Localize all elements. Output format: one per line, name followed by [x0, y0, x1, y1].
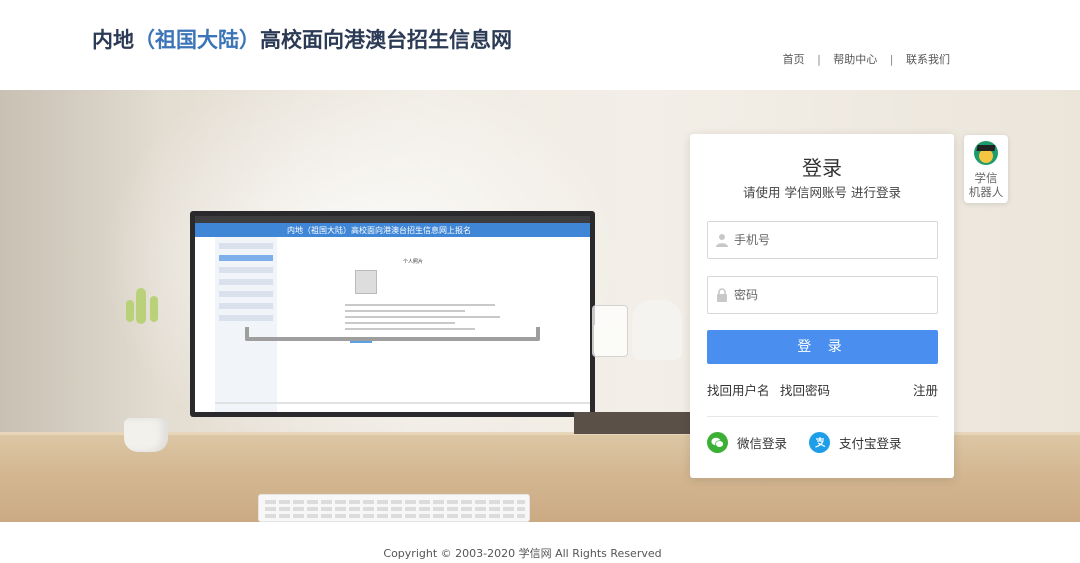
site-footer: Copyright © 2003-2020 学信网 All Rights Res… — [0, 522, 1080, 563]
keyboard-row — [265, 507, 525, 511]
wechat-login-button[interactable]: 微信登录 — [707, 431, 787, 453]
login-links: 找回用户名 找回密码 注册 — [707, 380, 938, 399]
alipay-login-button[interactable]: 支付宝登录 — [809, 431, 902, 453]
robot-label-line2: 机器人 — [968, 185, 1004, 199]
cactus-illustration — [150, 296, 158, 322]
phone-field[interactable] — [707, 221, 938, 259]
robot-face — [979, 149, 993, 163]
login-title: 登录 — [802, 156, 842, 180]
user-icon — [716, 234, 728, 247]
site-title-suffix: 高校面向港澳台招生信息网 — [260, 28, 512, 52]
screen-text-line — [345, 322, 455, 324]
screen-sidebar — [215, 237, 277, 412]
screen-sidebar-item — [219, 291, 273, 297]
wechat-glyph-icon — [711, 437, 724, 448]
keyboard-row — [265, 514, 525, 518]
monitor-illustration: 内地（祖国大陆）高校面向港澳台招生信息网上报名 个人照片 — [190, 211, 595, 417]
top-nav: 首页 | 帮助中心 | 联系我们 — [783, 51, 950, 67]
robot-avatar-icon — [974, 141, 998, 165]
register-link[interactable]: 注册 — [913, 380, 938, 399]
keyboard-illustration — [258, 494, 530, 522]
screen-heading: 个人照片 — [403, 259, 424, 265]
screen-footer — [215, 402, 590, 404]
plant-pot — [124, 418, 168, 452]
find-username-link[interactable]: 找回用户名 — [707, 380, 770, 399]
site-title-prefix: 内地 — [92, 28, 134, 52]
nav-home-link[interactable]: 首页 — [783, 53, 805, 66]
login-card: 登录 请使用 学信网账号 进行登录 登 录 找回用户名 找回密码 注册 微信登录 — [690, 134, 954, 478]
cactus-illustration — [136, 288, 146, 324]
nav-contact-link[interactable]: 联系我们 — [906, 53, 950, 66]
site-title-accent: （祖国大陆） — [134, 28, 260, 52]
wechat-login-label: 微信登录 — [737, 435, 788, 451]
screen-title: 内地（祖国大陆）高校面向港澳台招生信息网上报名 — [287, 226, 471, 235]
screen-text-line — [345, 316, 500, 318]
screen-photo-placeholder — [355, 270, 377, 294]
login-divider — [707, 416, 938, 417]
screen-sidebar-item — [219, 267, 273, 273]
robot-label: 学信 机器人 — [964, 171, 1008, 199]
screen-sidebar-item — [219, 279, 273, 285]
deer-figurine — [632, 300, 682, 360]
alipay-icon — [809, 431, 830, 453]
screen-text-line — [345, 304, 495, 306]
screen-sidebar-item — [219, 243, 273, 249]
login-subtitle: 请使用 学信网账号 进行登录 — [743, 185, 901, 200]
screen-window-bar — [195, 216, 590, 223]
lock-icon — [717, 288, 727, 302]
site-title[interactable]: 内地（祖国大陆）高校面向港澳台招生信息网 — [92, 24, 512, 54]
robot-assistant-button[interactable]: 学信 机器人 — [964, 135, 1008, 203]
alipay-glyph-icon — [814, 437, 825, 448]
nav-help-link[interactable]: 帮助中心 — [833, 53, 877, 66]
keyboard-row — [265, 500, 525, 504]
cactus-illustration — [126, 300, 134, 322]
wechat-icon — [707, 431, 728, 453]
password-input[interactable] — [734, 277, 934, 313]
screen-text-line — [345, 310, 465, 312]
screen-sidebar-item — [219, 315, 273, 321]
robot-label-line1: 学信 — [974, 171, 998, 185]
login-button[interactable]: 登 录 — [707, 330, 938, 364]
nav-separator: | — [817, 53, 821, 66]
copyright-text: Copyright © 2003-2020 学信网 All Rights Res… — [383, 547, 662, 560]
phone-input[interactable] — [734, 222, 934, 258]
robot-cap — [976, 145, 996, 151]
milk-illustration — [594, 325, 626, 356]
monitor-stand — [245, 327, 540, 341]
nav-separator: | — [889, 53, 894, 66]
monitor-screen: 内地（祖国大陆）高校面向港澳台招生信息网上报名 个人照片 — [195, 216, 590, 412]
find-password-link[interactable]: 找回密码 — [780, 380, 830, 399]
password-field[interactable] — [707, 276, 938, 314]
alipay-login-label: 支付宝登录 — [839, 435, 902, 451]
site-header: 内地（祖国大陆）高校面向港澳台招生信息网 首页 | 帮助中心 | 联系我们 — [0, 0, 1080, 90]
screen-sidebar-item — [219, 303, 273, 309]
screen-sidebar-item — [219, 255, 273, 261]
